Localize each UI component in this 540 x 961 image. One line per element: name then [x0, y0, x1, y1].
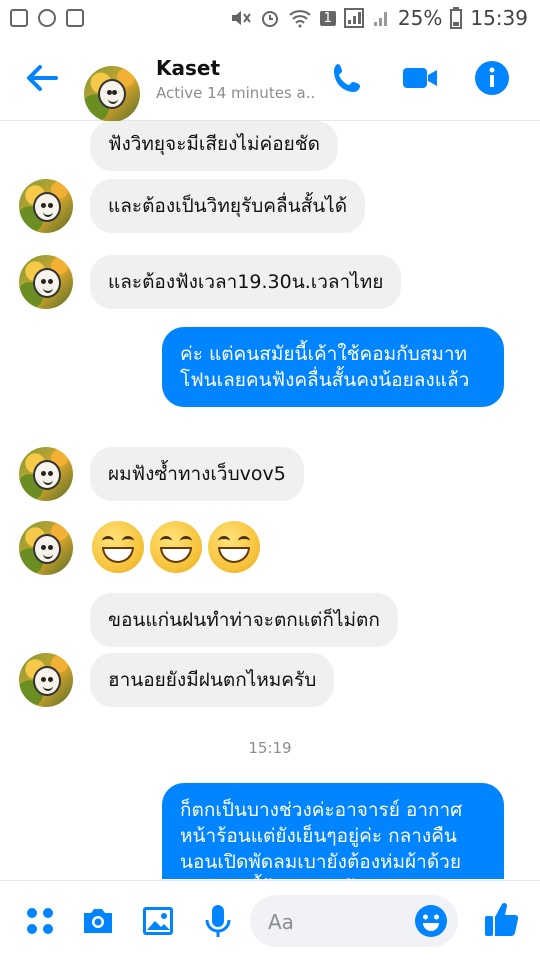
- clock: 15:39: [470, 6, 528, 30]
- message-input[interactable]: [266, 905, 410, 939]
- notification-count-badge: 1: [319, 10, 336, 26]
- status-left-icons: [0, 9, 84, 27]
- sender-avatar: [19, 255, 73, 309]
- incoming-message[interactable]: ผมฟังซ้ำทางเว็บvov5: [90, 447, 304, 501]
- incoming-message[interactable]: และต้องฟังเวลา19.30น.เวลาไทย: [90, 255, 402, 309]
- signal-icon: [343, 8, 364, 28]
- wifi-icon: [288, 10, 311, 28]
- back-arrow-icon[interactable]: [22, 58, 62, 98]
- incoming-message[interactable]: ฟังวิทยุจะมีเสียงไม่ค่อยชัด: [90, 121, 338, 171]
- signal-bars-icon: [373, 12, 387, 26]
- message-timestamp: 15:19: [248, 739, 292, 757]
- sender-avatar: [19, 521, 73, 575]
- incoming-message[interactable]: และต้องเป็นวิทยุรับคลื่นสั้นได้: [90, 179, 366, 233]
- sender-avatar: [19, 447, 73, 501]
- active-status: Active 14 minutes a...: [156, 84, 314, 102]
- grinning-emoji-icon: [208, 521, 260, 573]
- composer-bar: [0, 880, 540, 961]
- phone-icon[interactable]: [330, 60, 366, 96]
- info-icon[interactable]: [474, 60, 510, 96]
- sender-avatar: [19, 653, 73, 707]
- settings-notification-icon: [66, 9, 84, 27]
- message-input-container[interactable]: [250, 895, 458, 947]
- app-notification-icon: [38, 9, 56, 27]
- emoji-icon[interactable]: [414, 904, 448, 938]
- outgoing-message[interactable]: ก็ตกเป็นบางช่วงค่ะอาจารย์ อากาศหน้าร้อนแ…: [162, 783, 504, 879]
- status-bar: 1 25% 15:39: [0, 0, 540, 36]
- incoming-message[interactable]: ฮานอยยังมีฝนตกไหมครับ: [90, 653, 335, 707]
- battery-icon: [450, 7, 463, 29]
- incoming-message[interactable]: ขอนแก่นฝนทำท่าจะตกแต่ก็ไม่ตก: [90, 593, 398, 647]
- grinning-emoji-icon: [92, 521, 144, 573]
- contact-name[interactable]: Kaset: [156, 56, 220, 80]
- gallery-icon[interactable]: [140, 903, 176, 939]
- conversation-header: Kaset Active 14 minutes a...: [0, 36, 540, 122]
- apps-icon[interactable]: [22, 903, 58, 939]
- like-icon[interactable]: [482, 899, 522, 939]
- contact-avatar[interactable]: [84, 66, 140, 122]
- outgoing-message[interactable]: ค่ะ แต่คนสมัยนี้เค้าใช้คอมกับสมาทโฟนเลยค…: [162, 327, 504, 407]
- emoji-message[interactable]: [92, 521, 260, 573]
- grinning-emoji-icon: [150, 521, 202, 573]
- battery-percentage: 25%: [397, 6, 443, 30]
- mute-icon: [231, 11, 251, 25]
- camera-icon[interactable]: [80, 903, 116, 939]
- alarm-icon: [261, 11, 278, 27]
- mic-icon[interactable]: [200, 903, 236, 939]
- status-right-icons: 1 25% 15:39: [230, 6, 540, 30]
- sender-avatar: [19, 179, 73, 233]
- message-thread[interactable]: ฟังวิทยุจะมีเสียงไม่ค่อยชัด และต้องเป็นว…: [0, 121, 540, 879]
- video-icon[interactable]: [402, 60, 438, 96]
- gallery-notification-icon: [10, 9, 28, 27]
